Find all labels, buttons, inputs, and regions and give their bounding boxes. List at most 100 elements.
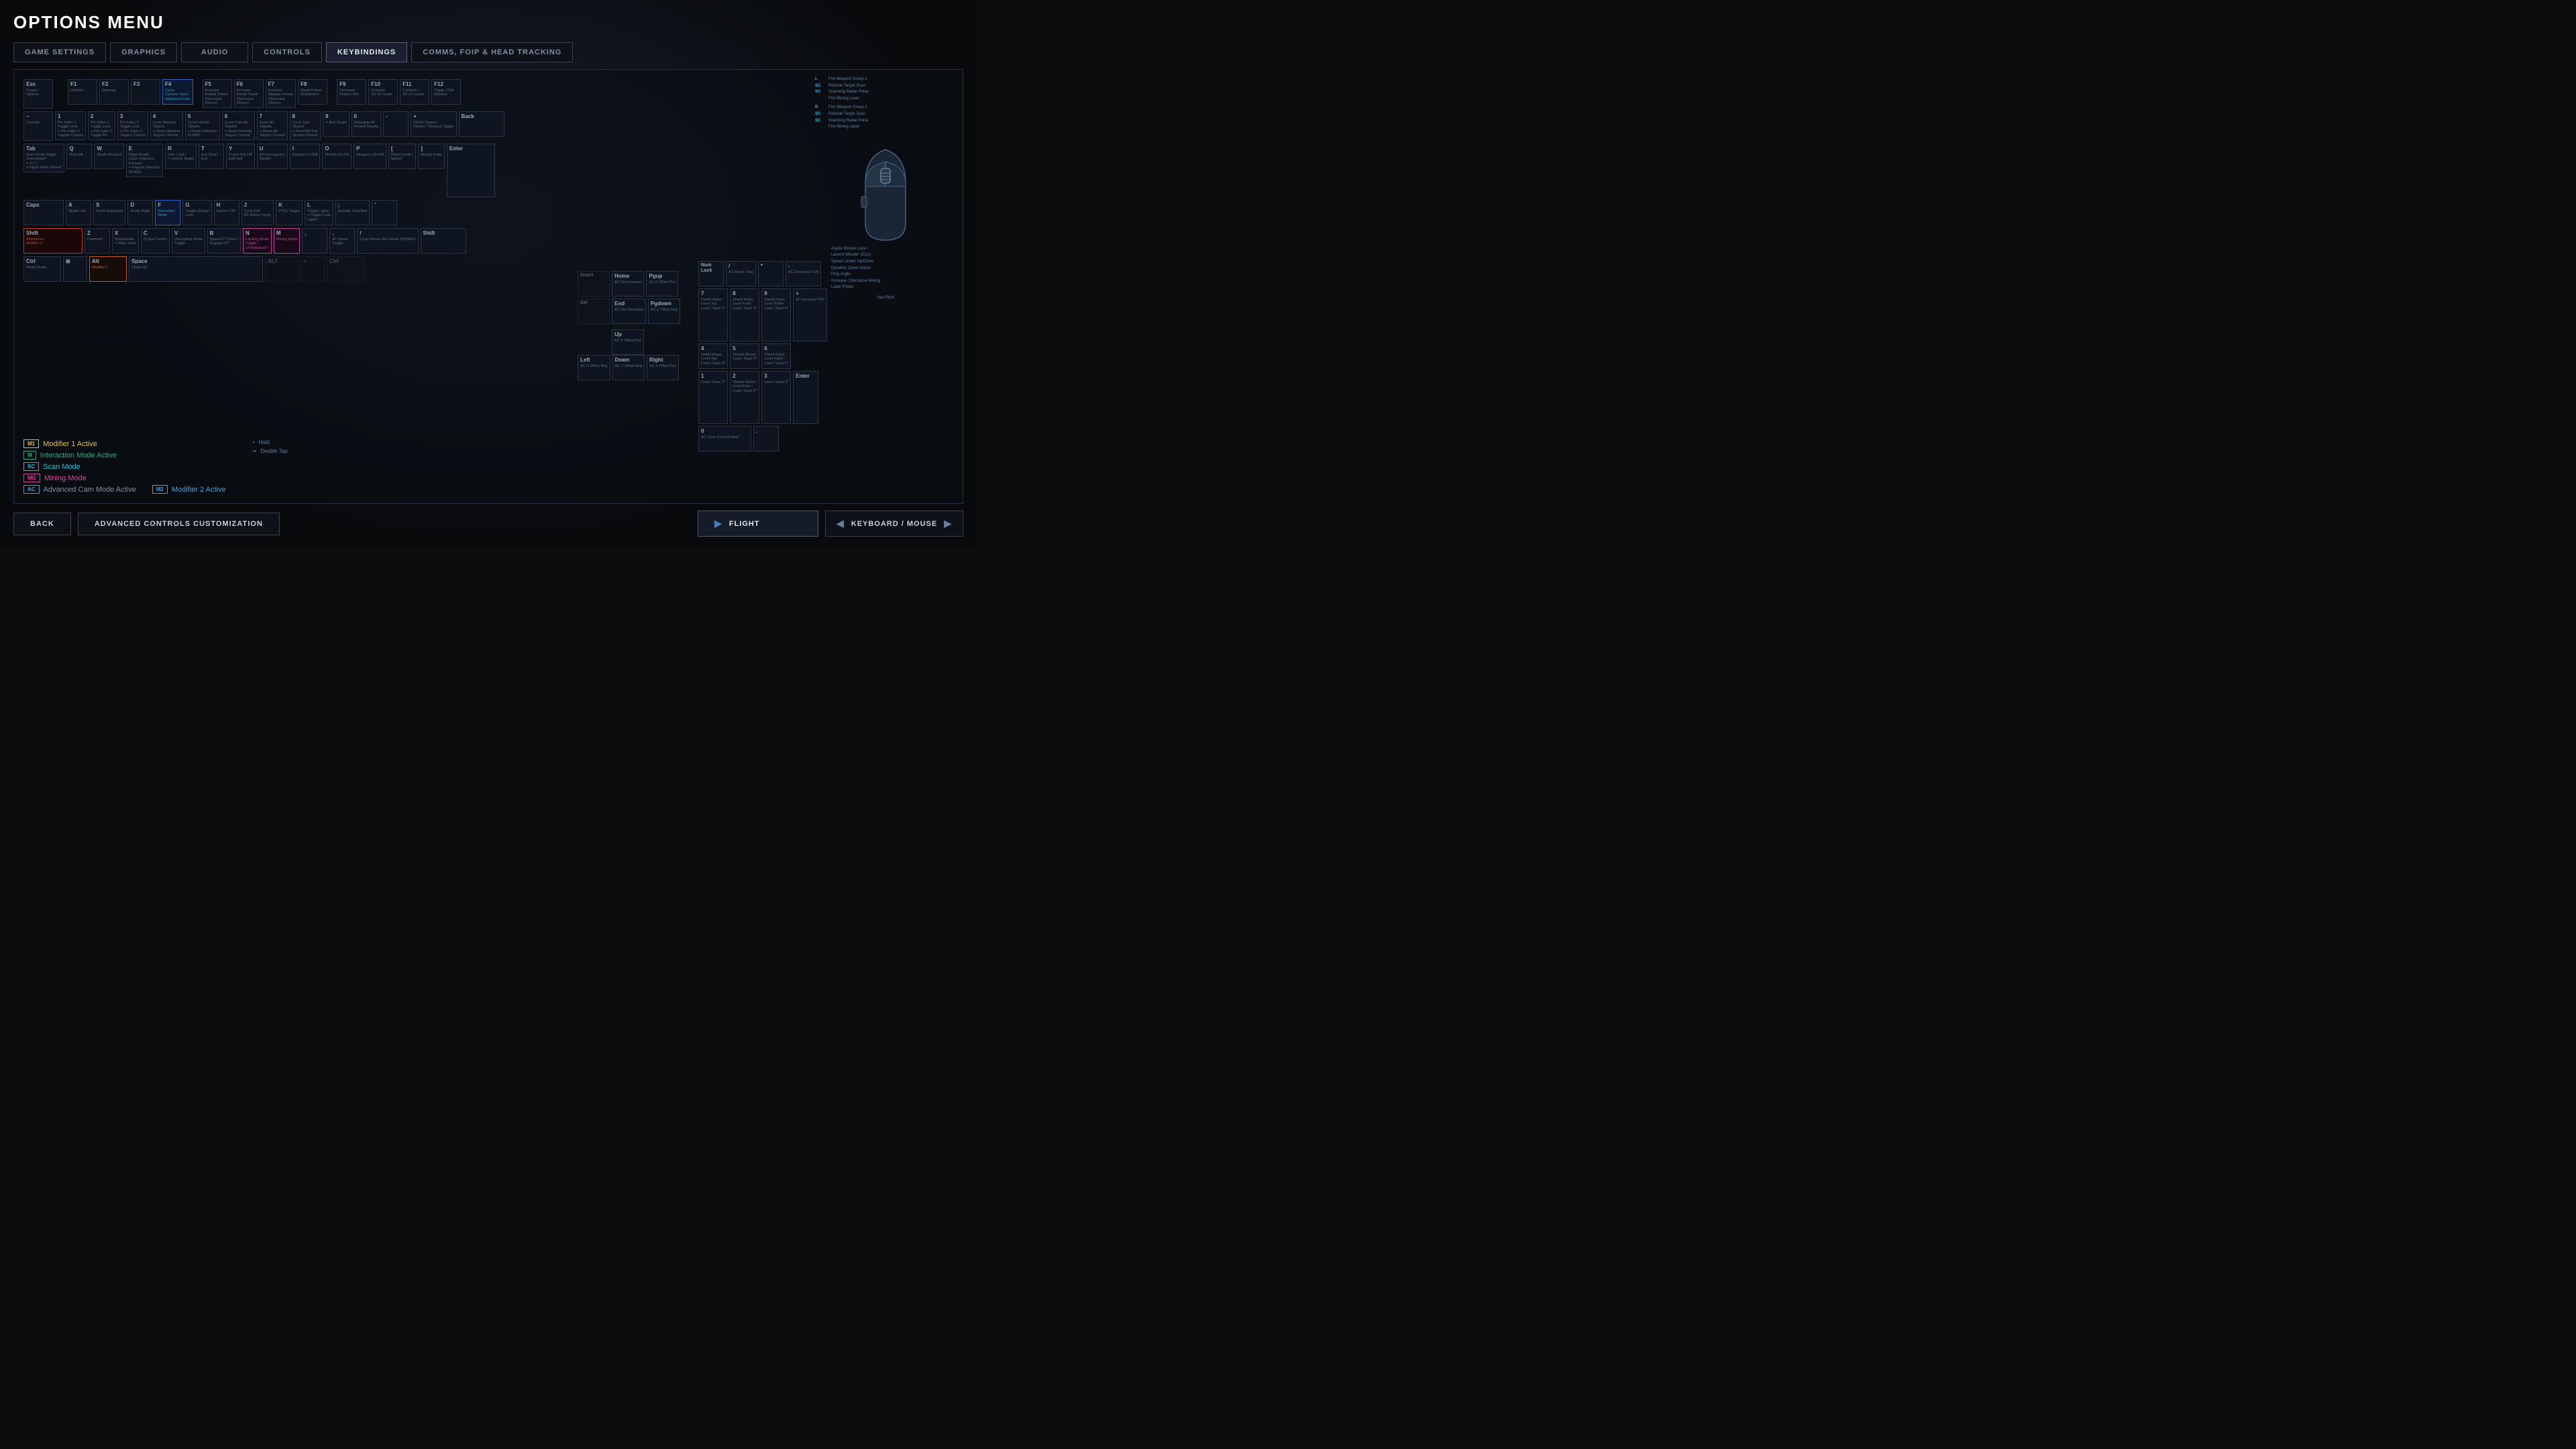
- key-y[interactable]: Y Power On/ OffEdit Self: [226, 144, 255, 169]
- back-button[interactable]: BACK: [13, 513, 71, 535]
- tab-game-settings[interactable]: GAME SETTINGS: [13, 42, 106, 62]
- key-left[interactable]: Left AC X Offset Neg: [578, 355, 610, 380]
- keyboard-prev-icon[interactable]: ◀: [837, 518, 845, 529]
- key-apostrophe[interactable]: ': [372, 200, 397, 225]
- advanced-controls-button[interactable]: ADVANCED CONTROLS CUSTOMIZATION: [78, 513, 280, 535]
- key-end[interactable]: End AC Def Decrease: [612, 299, 646, 324]
- tab-keybindings[interactable]: KEYBINDINGS: [326, 42, 407, 62]
- key-shift-left[interactable]: Shift AfterburnerModifier 2: [23, 228, 83, 254]
- key-8[interactable]: 8 Cycle Sub-Targets•• Reset All SubTarge…: [290, 111, 321, 140]
- key-num-dot[interactable]: .: [753, 426, 779, 451]
- flight-button[interactable]: ▶ FLIGHT: [698, 511, 818, 537]
- key-numlock[interactable]: NumLock: [698, 261, 724, 286]
- keyboard-mouse-button[interactable]: ◀ Keyboard / Mouse ▶: [825, 511, 963, 537]
- key-r[interactable]: R Helo Lock /•• Unlock Target: [165, 144, 197, 169]
- key-h[interactable]: H Launch CM: [214, 200, 239, 225]
- tab-controls[interactable]: CONTROLS: [252, 42, 322, 62]
- key-f9[interactable]: F9 DecreasePower / Min: [337, 79, 366, 105]
- key-f7[interactable]: F7 IncreaseWeapon Power(DecreaseOthers): [266, 79, 297, 108]
- key-num4[interactable]: 4 Shield RaiseLevel TopLoad / Save 4*: [698, 343, 728, 369]
- key-down[interactable]: Down AC Y Offset Neg: [612, 355, 645, 380]
- key-shift-right[interactable]: Shift: [421, 228, 466, 254]
- key-1[interactable]: 1 Pin Index 1Toggle Lock•• Pin Index 1Ta…: [55, 111, 86, 140]
- key-backtick[interactable]: ~ Console: [23, 111, 53, 141]
- key-esc[interactable]: Esc Pause /Options: [23, 79, 53, 109]
- key-caps[interactable]: Caps: [23, 200, 64, 225]
- key-ctrl-left[interactable]: Ctrl Strafe Down: [23, 256, 61, 282]
- key-g[interactable]: G Toggle GimbalLock: [182, 200, 211, 225]
- key-num-star[interactable]: *: [758, 261, 784, 286]
- key-a[interactable]: A Strafe Left: [66, 200, 91, 225]
- key-d[interactable]: D Strafe Right: [127, 200, 153, 225]
- key-rbracket[interactable]: ] Accept Invite: [418, 144, 445, 169]
- key-menu[interactable]: ≡: [301, 256, 325, 282]
- key-num7[interactable]: 7 Shield RaiseLevel TopLoad / Save 5*: [698, 288, 728, 341]
- key-f3[interactable]: F3: [131, 79, 160, 105]
- key-backspace[interactable]: Back: [459, 111, 504, 137]
- key-t[interactable]: T Exit Seat /Exit: [199, 144, 224, 169]
- key-f4[interactable]: F4 CycleCamera View /Advanced Cam: [162, 79, 193, 105]
- key-num8[interactable]: 8 Shield RaiseLevel FrontLoad / Save 6*: [730, 288, 759, 341]
- key-pgdn[interactable]: Pgdown AC Z Offset Neg: [648, 299, 680, 324]
- key-alt-left[interactable]: Alt Modifier 1: [89, 256, 127, 282]
- key-space[interactable]: Space Strafe Up: [129, 256, 263, 282]
- key-f8[interactable]: F8 Reset PowerDistribution: [298, 79, 327, 105]
- key-enter[interactable]: Enter: [447, 144, 495, 197]
- tab-audio[interactable]: AUDIO: [181, 42, 248, 62]
- key-j[interactable]: J Cycle CMM1 Afition Cargo: [241, 200, 274, 225]
- key-0[interactable]: 0 Retargets AllPinned Targets: [352, 111, 382, 137]
- key-u[interactable]: U MO EmergencyStealth: [257, 144, 288, 169]
- key-insert[interactable]: Insert: [578, 271, 610, 297]
- key-alt-right[interactable]: ALT: [265, 256, 299, 282]
- key-f12[interactable]: F12 Toggle ChatWindow: [431, 79, 461, 105]
- key-win[interactable]: ⊞: [63, 256, 87, 282]
- key-c[interactable]: C Cruise Control: [141, 228, 170, 254]
- key-i[interactable]: I Engines On/Off: [290, 144, 321, 169]
- key-num1[interactable]: 1 Load / Save 1*: [698, 371, 728, 424]
- key-minus[interactable]: -: [383, 111, 409, 137]
- key-5[interactable]: 5 Cycle HostileTargets•• Reset Selection…: [185, 111, 220, 140]
- tab-graphics[interactable]: GRAPHICS: [110, 42, 177, 62]
- key-x[interactable]: X Spacebrake•• Wipe Visor: [112, 228, 139, 254]
- key-num3[interactable]: 3 Load / Save 3*: [761, 371, 791, 424]
- key-6[interactable]: 6 Cycle FriendlyTargets•• Reset Friendly…: [222, 111, 255, 140]
- key-v[interactable]: V Decoupled ModeToggle: [172, 228, 205, 254]
- key-semicolon[interactable]: ; Activate Chat Box: [335, 200, 370, 225]
- key-3[interactable]: 3 Pin Index 2Toggle Lock•• Pin Index 3Ta…: [117, 111, 148, 140]
- key-7[interactable]: 7 Cycle AllTargets•• Reset AllTargets Cl…: [257, 111, 288, 140]
- key-n[interactable]: N Landing ModeToggle /LR Autoland *: [243, 228, 272, 254]
- key-home[interactable]: Home AC Def Increase: [612, 271, 644, 297]
- key-num2[interactable]: 2 Shields ResetLevel Back /Load / Save 2…: [730, 371, 759, 424]
- key-f10[interactable]: F10 Increase2D UI Cursor: [368, 79, 398, 105]
- tab-comms[interactable]: COMMS, FOIP & HEAD TRACKING: [411, 42, 573, 62]
- key-f[interactable]: F InteractionMode: [155, 200, 180, 225]
- key-num0[interactable]: 0 AC Clear Current Save*: [698, 426, 751, 451]
- key-slash[interactable]: / Cycle Mouse Aim Mode (HOMAS): [357, 228, 418, 254]
- key-9[interactable]: 9 •• Roll Target: [323, 111, 350, 137]
- key-p[interactable]: P Weapons On/Off: [354, 144, 386, 169]
- key-o[interactable]: O Shields On/Off: [322, 144, 352, 169]
- key-lbracket[interactable]: [ Reject Invite /Ignore*: [388, 144, 416, 169]
- key-f2[interactable]: F2 Starmap: [99, 79, 129, 105]
- key-e[interactable]: E Flight ReadsCycle SelectionForward•• R…: [126, 144, 163, 177]
- key-2[interactable]: 2 Pin Index 1Toggle Lock•• Pin Index 2To…: [88, 111, 115, 140]
- key-f11[interactable]: F11 Contacts /2D UI Cursor: [400, 79, 429, 105]
- key-w[interactable]: W Strafe Forward: [94, 144, 123, 169]
- key-period[interactable]: . AI TurretsToggle: [329, 228, 355, 254]
- key-tab[interactable]: Tab Scan Mode ToggleScoreboard*•• P.I.T•…: [23, 144, 64, 172]
- key-num5[interactable]: 5 Shields ResetLoad / Save 5*: [730, 343, 759, 369]
- key-equals[interactable]: + EA Re-Spawn /Detract / Destruct Toggle: [411, 111, 456, 137]
- key-pgup[interactable]: Pgup AC Z Offset Pos: [646, 271, 678, 297]
- key-4[interactable]: 4 Cycle AttackerTargets•• Reset Attacker…: [150, 111, 183, 140]
- key-q[interactable]: Q Roll Left: [66, 144, 92, 169]
- key-b[interactable]: B Speed GT Drive /Engage GT*: [207, 228, 241, 254]
- key-right[interactable]: Right AC X Offset Pos: [647, 355, 679, 380]
- key-num-enter[interactable]: Enter: [793, 371, 818, 424]
- key-s[interactable]: S Strafe Backward: [93, 200, 125, 225]
- key-comma[interactable]: ,: [302, 228, 327, 254]
- key-m[interactable]: M Mining Mode: [274, 228, 301, 254]
- key-up[interactable]: Up AC Y Offset Pos: [612, 329, 644, 355]
- key-k[interactable]: K VTOL Toggle: [276, 200, 303, 225]
- key-f1[interactable]: F1 Hololize: [68, 79, 97, 105]
- key-delete[interactable]: Del: [578, 299, 610, 324]
